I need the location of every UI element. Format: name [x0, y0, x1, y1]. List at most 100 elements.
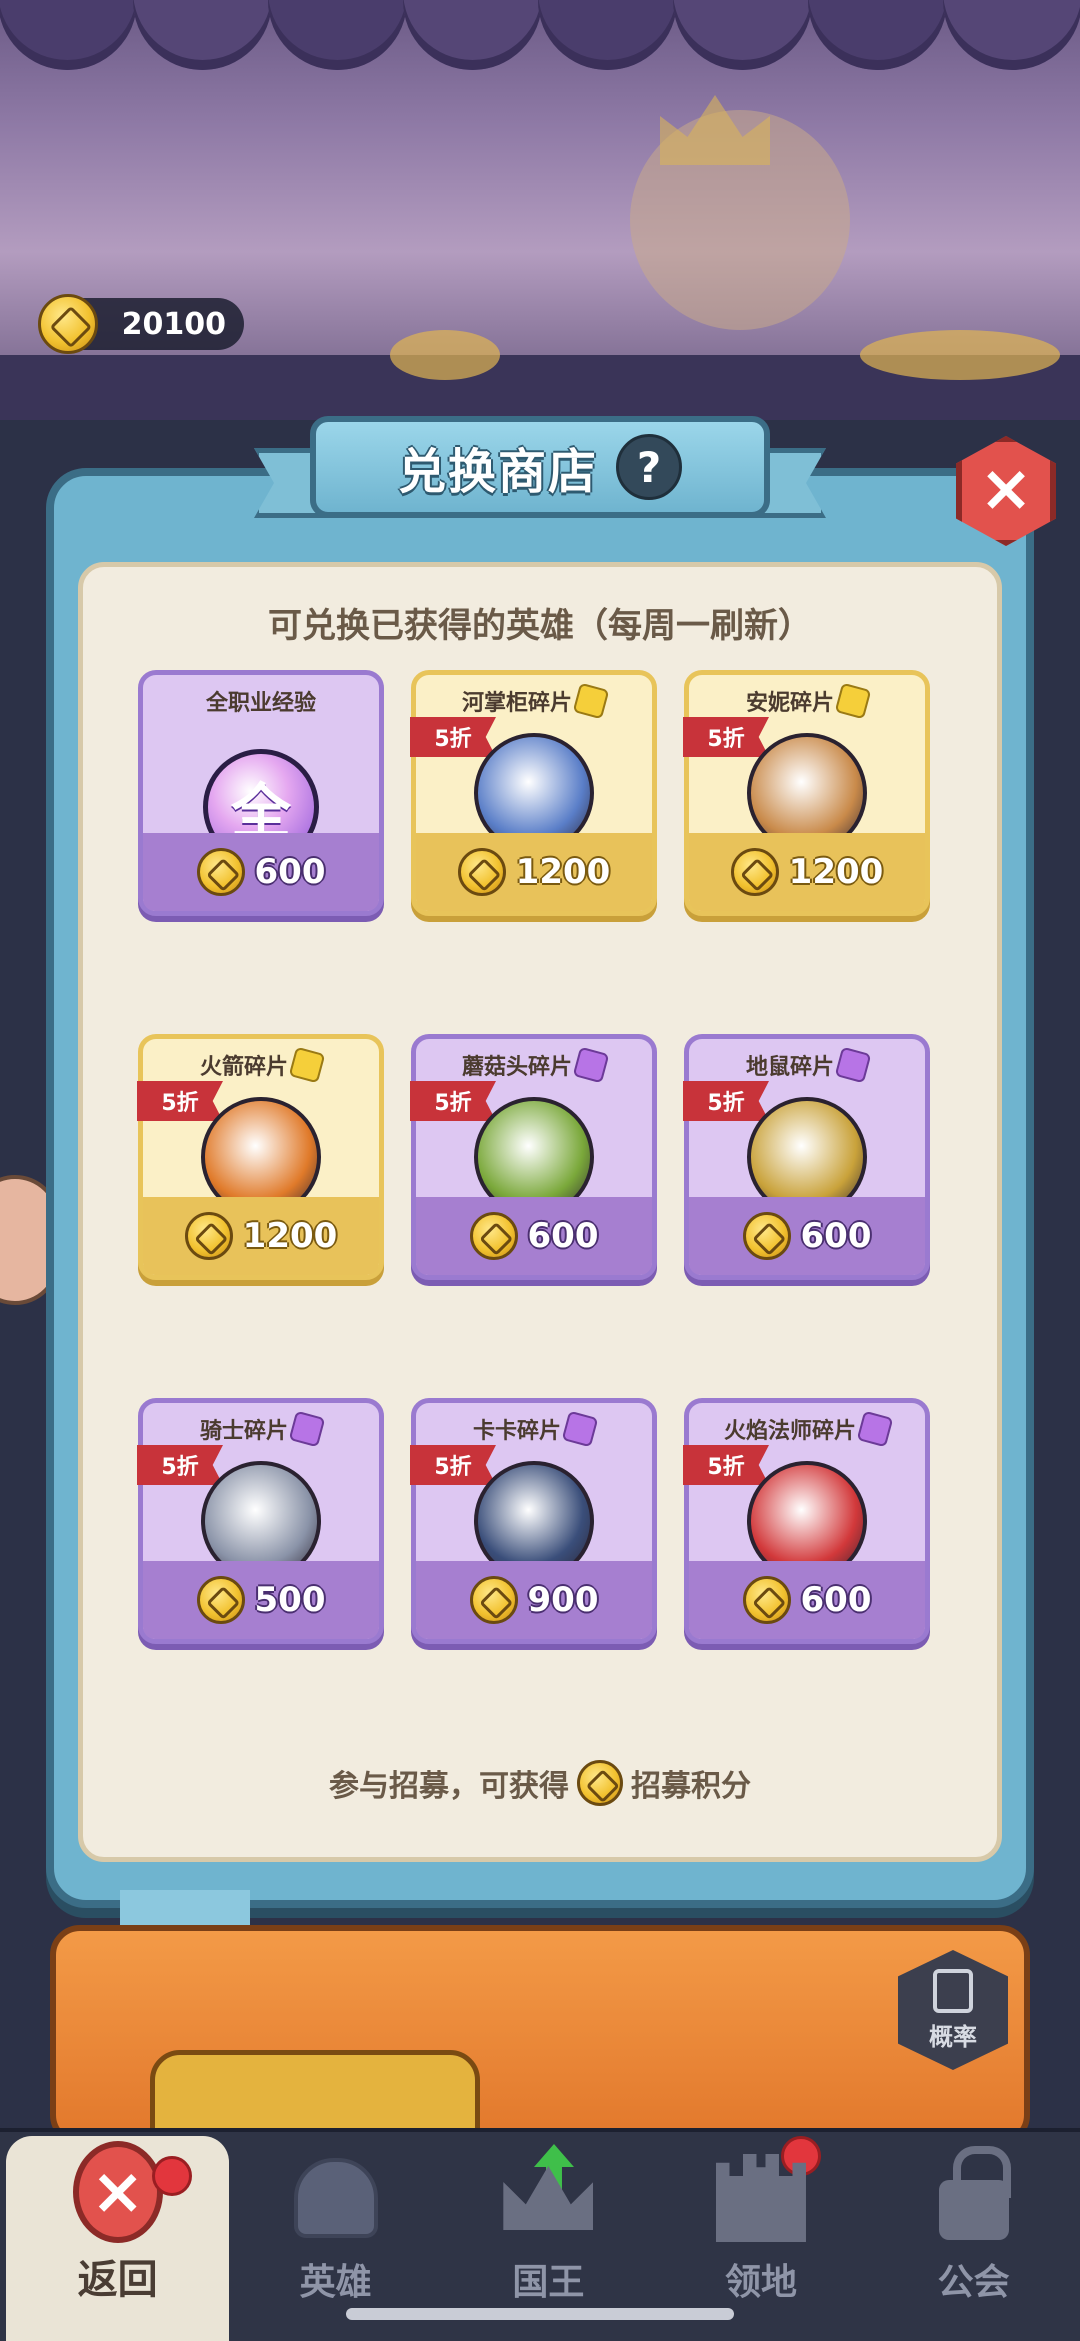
footer-prefix: 参与招募，可获得 [329, 1769, 569, 1804]
item-name: 全职业经验 [143, 685, 379, 717]
dialog-subtitle: 可兑换已获得的英雄（每周一刷新） [268, 606, 812, 646]
nav-guild[interactable]: 公会 [867, 2132, 1080, 2341]
shop-item-card[interactable]: 河掌柜碎片5折101200 [410, 670, 657, 916]
exchange-coin-icon [742, 1576, 791, 1624]
item-name-text: 火箭碎片 [199, 1055, 288, 1080]
puzzle-piece-icon [834, 1046, 872, 1084]
puzzle-piece-icon [572, 682, 610, 720]
crown-icon [503, 2166, 594, 2230]
background-stage [0, 0, 1080, 420]
help-button[interactable]: ? [616, 434, 682, 500]
coin-pile [860, 330, 1060, 380]
home-indicator[interactable] [346, 2308, 734, 2320]
price-button[interactable]: 1200 [143, 1197, 379, 1275]
close-icon: × [72, 2141, 163, 2243]
document-icon [933, 1968, 973, 2013]
notification-dot [152, 2156, 192, 2196]
nav-guild-label: 公会 [937, 2262, 1010, 2303]
item-name-text: 蘑菇头碎片 [461, 1055, 572, 1080]
close-icon: × [979, 452, 1033, 526]
shop-item-card[interactable]: 蘑菇头碎片5折10600 [410, 1034, 657, 1280]
item-name-text: 地鼠碎片 [745, 1055, 834, 1080]
price-value: 600 [800, 1580, 872, 1620]
exchange-coin-icon [184, 1212, 233, 1260]
exchange-coin-icon [469, 1576, 518, 1624]
nav-back[interactable]: × 返回 [6, 2136, 230, 2341]
crown-figure [660, 95, 770, 165]
helmet-icon [293, 2158, 378, 2238]
discount-badge: 5折 [683, 717, 769, 757]
price-value: 600 [800, 1216, 872, 1256]
title-banner: 兑换商店 ? [310, 416, 770, 518]
exchange-coin-icon [196, 848, 245, 896]
shop-item-card[interactable]: 地鼠碎片5折10600 [683, 1034, 930, 1280]
price-value: 500 [254, 1580, 326, 1620]
exchange-coin-icon [196, 1576, 245, 1624]
lock-icon [938, 2146, 1011, 2240]
coin-pile [390, 330, 500, 380]
nav-heroes-label: 英雄 [299, 2262, 372, 2303]
puzzle-piece-icon [288, 1046, 326, 1084]
price-button[interactable]: 600 [689, 1197, 925, 1275]
shop-item-card[interactable]: 安妮碎片5折101200 [683, 670, 930, 916]
shop-item-card[interactable]: 卡卡碎片5折10900 [410, 1398, 657, 1644]
item-grid: 全职业经验全10600河掌柜碎片5折101200安妮碎片5折101200 火箭碎片… [137, 670, 938, 1644]
price-value: 1200 [242, 1216, 338, 1256]
price-button[interactable]: 500 [143, 1561, 379, 1639]
footer-suffix: 招募积分 [631, 1769, 751, 1804]
curtain [0, 0, 1080, 70]
exchange-coin-icon [730, 848, 779, 896]
price-button[interactable]: 600 [416, 1197, 652, 1275]
castle-icon [715, 2154, 806, 2242]
item-name-text: 河掌柜碎片 [461, 691, 572, 716]
price-button[interactable]: 1200 [416, 833, 652, 911]
exchange-coin-icon [742, 1212, 791, 1260]
discount-badge: 5折 [137, 1445, 223, 1485]
item-name: 安妮碎片 [689, 682, 925, 720]
discount-badge: 5折 [410, 1081, 496, 1121]
item-name: 火箭碎片 [143, 1046, 379, 1084]
nav-territory-label: 领地 [724, 2262, 797, 2303]
exchange-coin-icon [38, 294, 98, 354]
item-name: 地鼠碎片 [689, 1046, 925, 1084]
shop-item-card[interactable]: 全职业经验全10600 [138, 670, 384, 916]
shop-item-card[interactable]: 火焰法师碎片5折10600 [683, 1398, 930, 1644]
discount-badge: 5折 [683, 1445, 769, 1485]
shop-item-card[interactable]: 骑士碎片5折10500 [137, 1398, 384, 1644]
item-name: 骑士碎片 [143, 1410, 379, 1448]
price-value: 1200 [515, 852, 611, 892]
shop-item-card[interactable]: 火箭碎片5折101200 [137, 1034, 384, 1280]
item-name: 火焰法师碎片 [689, 1410, 925, 1448]
probability-label: 概率 [929, 2022, 977, 2051]
item-name: 卡卡碎片 [416, 1410, 652, 1448]
puzzle-piece-icon [856, 1410, 894, 1448]
nav-king-label: 国王 [512, 2262, 585, 2303]
puzzle-piece-icon [288, 1410, 326, 1448]
recruit-coin-icon [577, 1760, 623, 1806]
item-name: 河掌柜碎片 [416, 682, 652, 720]
exchange-coin-icon [457, 848, 506, 896]
price-button[interactable]: 1200 [689, 833, 925, 911]
price-button[interactable]: 900 [416, 1561, 652, 1639]
price-value: 1200 [788, 852, 884, 892]
puzzle-piece-icon [572, 1046, 610, 1084]
item-name-text: 骑士碎片 [199, 1419, 288, 1444]
price-value: 600 [527, 1216, 599, 1256]
item-name: 蘑菇头碎片 [416, 1046, 652, 1084]
puzzle-piece-icon [561, 1410, 599, 1448]
price-value: 900 [527, 1580, 599, 1620]
discount-badge: 5折 [137, 1081, 223, 1121]
dialog-title: 兑换商店 [397, 444, 598, 500]
price-button[interactable]: 600 [143, 833, 379, 911]
recruit-points-note: 参与招募，可获得 招募积分 [78, 1758, 1002, 1808]
discount-badge: 5折 [410, 717, 496, 757]
item-name-text: 卡卡碎片 [472, 1419, 561, 1444]
exchange-coin-icon [469, 1212, 518, 1260]
item-name-text: 安妮碎片 [745, 691, 834, 716]
discount-badge: 5折 [683, 1081, 769, 1121]
price-value: 600 [254, 852, 326, 892]
puzzle-piece-icon [834, 682, 872, 720]
item-name-text: 全职业经验 [205, 691, 316, 716]
currency-amount: 20100 [121, 306, 226, 342]
price-button[interactable]: 600 [689, 1561, 925, 1639]
